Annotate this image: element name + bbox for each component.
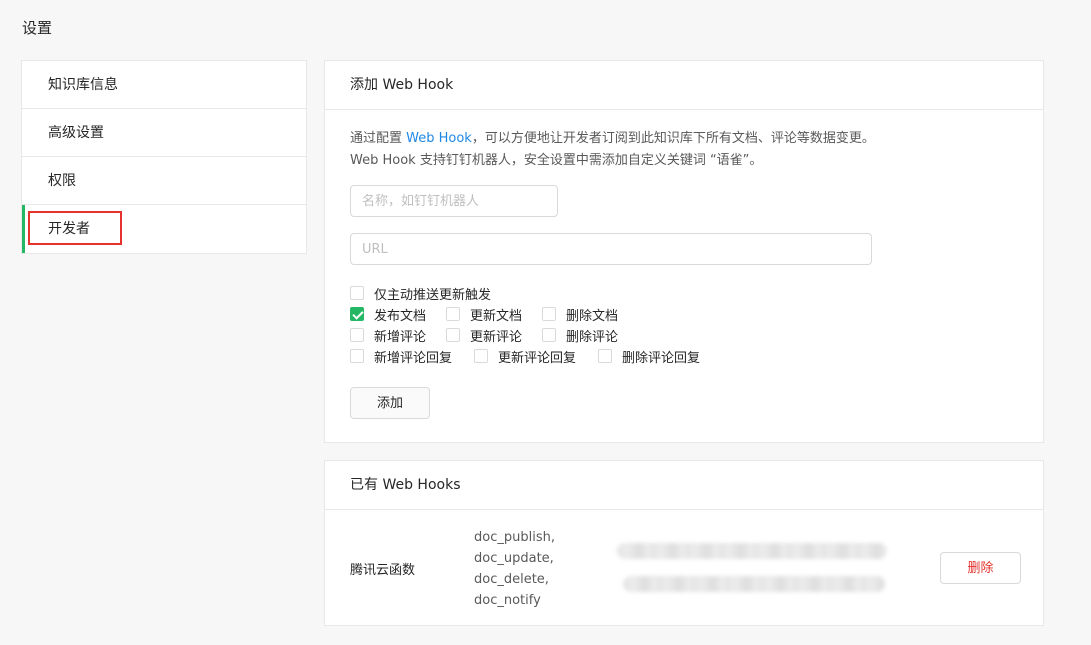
checkbox-label: 发布文档 [374, 308, 427, 324]
sidebar-item-developer[interactable]: 开发者 [22, 205, 306, 253]
add-webhook-title: 添加 Web Hook [325, 61, 1043, 110]
webhook-doc-link[interactable]: Web Hook [406, 131, 472, 146]
sidebar-item-label: 权限 [48, 173, 76, 189]
checkbox-icon [446, 307, 460, 321]
sidebar-item-label: 高级设置 [48, 125, 104, 141]
webhook-description: 通过配置 Web Hook，可以方便地让开发者订阅到此知识库下所有文档、评论等数… [350, 128, 890, 172]
checkbox-icon [350, 349, 364, 363]
checkbox-update-comment[interactable]: 更新评论 [446, 326, 542, 345]
checkbox-icon [446, 328, 460, 342]
webhook-url-input[interactable] [350, 233, 872, 265]
redacted-url [623, 576, 885, 592]
sidebar-item-label: 开发者 [48, 221, 90, 237]
checkbox-label: 新增评论回复 [374, 350, 453, 366]
webhook-event: doc_notify [474, 593, 541, 608]
webhook-name-input[interactable] [350, 185, 558, 217]
settings-sidebar: 知识库信息 高级设置 权限 开发者 [21, 60, 307, 254]
checkbox-checked-icon [350, 307, 364, 321]
webhook-name: 腾讯云函数 [350, 563, 416, 578]
checkbox-icon [598, 349, 612, 363]
sidebar-item-label: 知识库信息 [48, 77, 118, 93]
add-webhook-button[interactable]: 添加 [350, 387, 430, 419]
checkbox-label: 删除评论回复 [622, 350, 701, 366]
checkbox-label: 新增评论 [374, 329, 427, 345]
checkbox-update-doc[interactable]: 更新文档 [446, 305, 542, 324]
checkbox-label: 更新文档 [470, 308, 523, 324]
checkbox-icon [542, 307, 556, 321]
webhook-event: doc_delete, [474, 572, 549, 587]
webhook-event: doc_update, [474, 551, 554, 566]
checkbox-update-reply[interactable]: 更新评论回复 [474, 347, 598, 366]
description-text: 通过配置 [350, 131, 407, 146]
webhook-event: doc_publish, [474, 530, 555, 545]
webhook-events: doc_publish, doc_update, doc_delete, doc… [474, 527, 555, 611]
existing-webhooks-card: 已有 Web Hooks 腾讯云函数 doc_publish, doc_upda… [324, 460, 1044, 626]
checkbox-publish-doc[interactable]: 发布文档 [350, 305, 446, 324]
add-webhook-card: 添加 Web Hook 通过配置 Web Hook，可以方便地让开发者订阅到此知… [324, 60, 1044, 443]
sidebar-item-repo-info[interactable]: 知识库信息 [22, 61, 306, 109]
checkbox-only-push[interactable]: 仅主动推送更新触发 [350, 284, 491, 303]
checkbox-new-reply[interactable]: 新增评论回复 [350, 347, 474, 366]
checkbox-label: 删除文档 [566, 308, 619, 324]
checkbox-new-comment[interactable]: 新增评论 [350, 326, 446, 345]
redacted-url [617, 543, 887, 559]
checkbox-delete-comment[interactable]: 删除评论 [542, 326, 618, 345]
existing-webhooks-title: 已有 Web Hooks [325, 461, 1043, 510]
checkbox-delete-doc[interactable]: 删除文档 [542, 305, 618, 324]
checkbox-label: 更新评论 [470, 329, 523, 345]
delete-webhook-button[interactable]: 删除 [940, 552, 1021, 584]
checkbox-icon [350, 328, 364, 342]
checkbox-icon [474, 349, 488, 363]
sidebar-item-permissions[interactable]: 权限 [22, 157, 306, 205]
sidebar-item-advanced[interactable]: 高级设置 [22, 109, 306, 157]
checkbox-icon [542, 328, 556, 342]
checkbox-icon [350, 286, 364, 300]
checkbox-delete-reply[interactable]: 删除评论回复 [598, 347, 700, 366]
checkbox-label: 仅主动推送更新触发 [374, 287, 492, 303]
checkbox-label: 更新评论回复 [498, 350, 577, 366]
checkbox-label: 删除评论 [566, 329, 619, 345]
page-title: 设置 [22, 19, 53, 37]
